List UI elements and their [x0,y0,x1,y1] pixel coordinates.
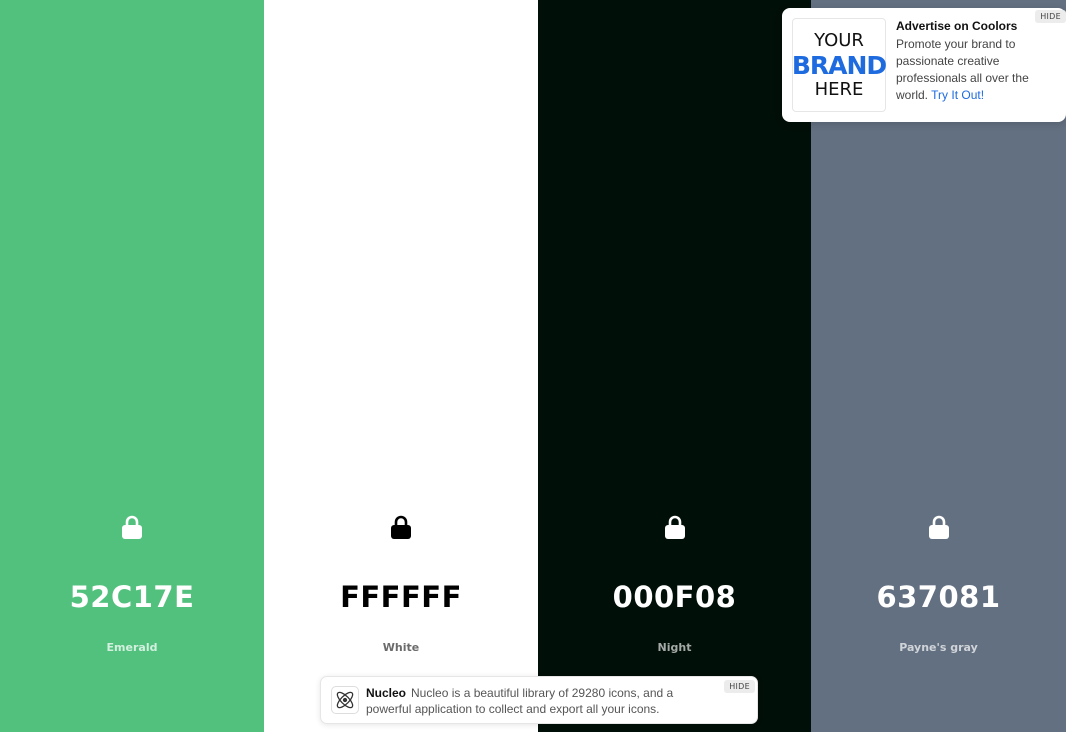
lock-icon[interactable] [121,515,143,539]
color-hex-code[interactable]: FFFFFF [264,580,538,614]
brand-line-your: YOUR [814,29,864,51]
ad-body: Nucleo is a beautiful library of 29280 i… [366,686,674,716]
ad-title: Nucleo [366,686,407,700]
hide-ad-button[interactable]: HIDE [724,680,755,693]
color-hex-code[interactable]: 637081 [811,580,1066,614]
lock-icon[interactable] [664,515,686,539]
color-hex-code[interactable]: 52C17E [0,580,264,614]
color-column-2[interactable]: FFFFFF White [264,0,538,732]
ad-brand-image[interactable]: YOUR BRAND HERE [791,18,887,112]
ad-text: Nucleo Nucleo is a beautiful library of 2… [366,685,706,717]
lock-icon[interactable] [390,515,412,539]
brand-line-here: HERE [814,78,864,100]
ad-card-coolors[interactable]: YOUR BRAND HERE Advertise on Coolors Pro… [782,8,1066,122]
color-name: Night [657,641,692,654]
ad-body: Promote your brand to passionate creativ… [896,36,1048,104]
color-name: Payne's gray [899,641,978,654]
color-column-3[interactable]: 000F08 Night [538,0,811,732]
lock-icon[interactable] [928,515,950,539]
hide-ad-button[interactable]: HIDE [1035,10,1066,23]
ad-title: Advertise on Coolors [896,19,1018,33]
atom-icon [331,686,359,714]
brand-line-brand: BRAND [791,50,887,80]
ad-link[interactable]: Try It Out! [931,88,984,102]
color-name: Emerald [106,641,158,654]
color-column-1[interactable]: 52C17E Emerald [0,0,264,732]
color-name: White [382,641,420,654]
color-hex-code[interactable]: 000F08 [538,580,811,614]
ad-card-nucleo[interactable]: Nucleo Nucleo is a beautiful library of 2… [320,676,758,724]
